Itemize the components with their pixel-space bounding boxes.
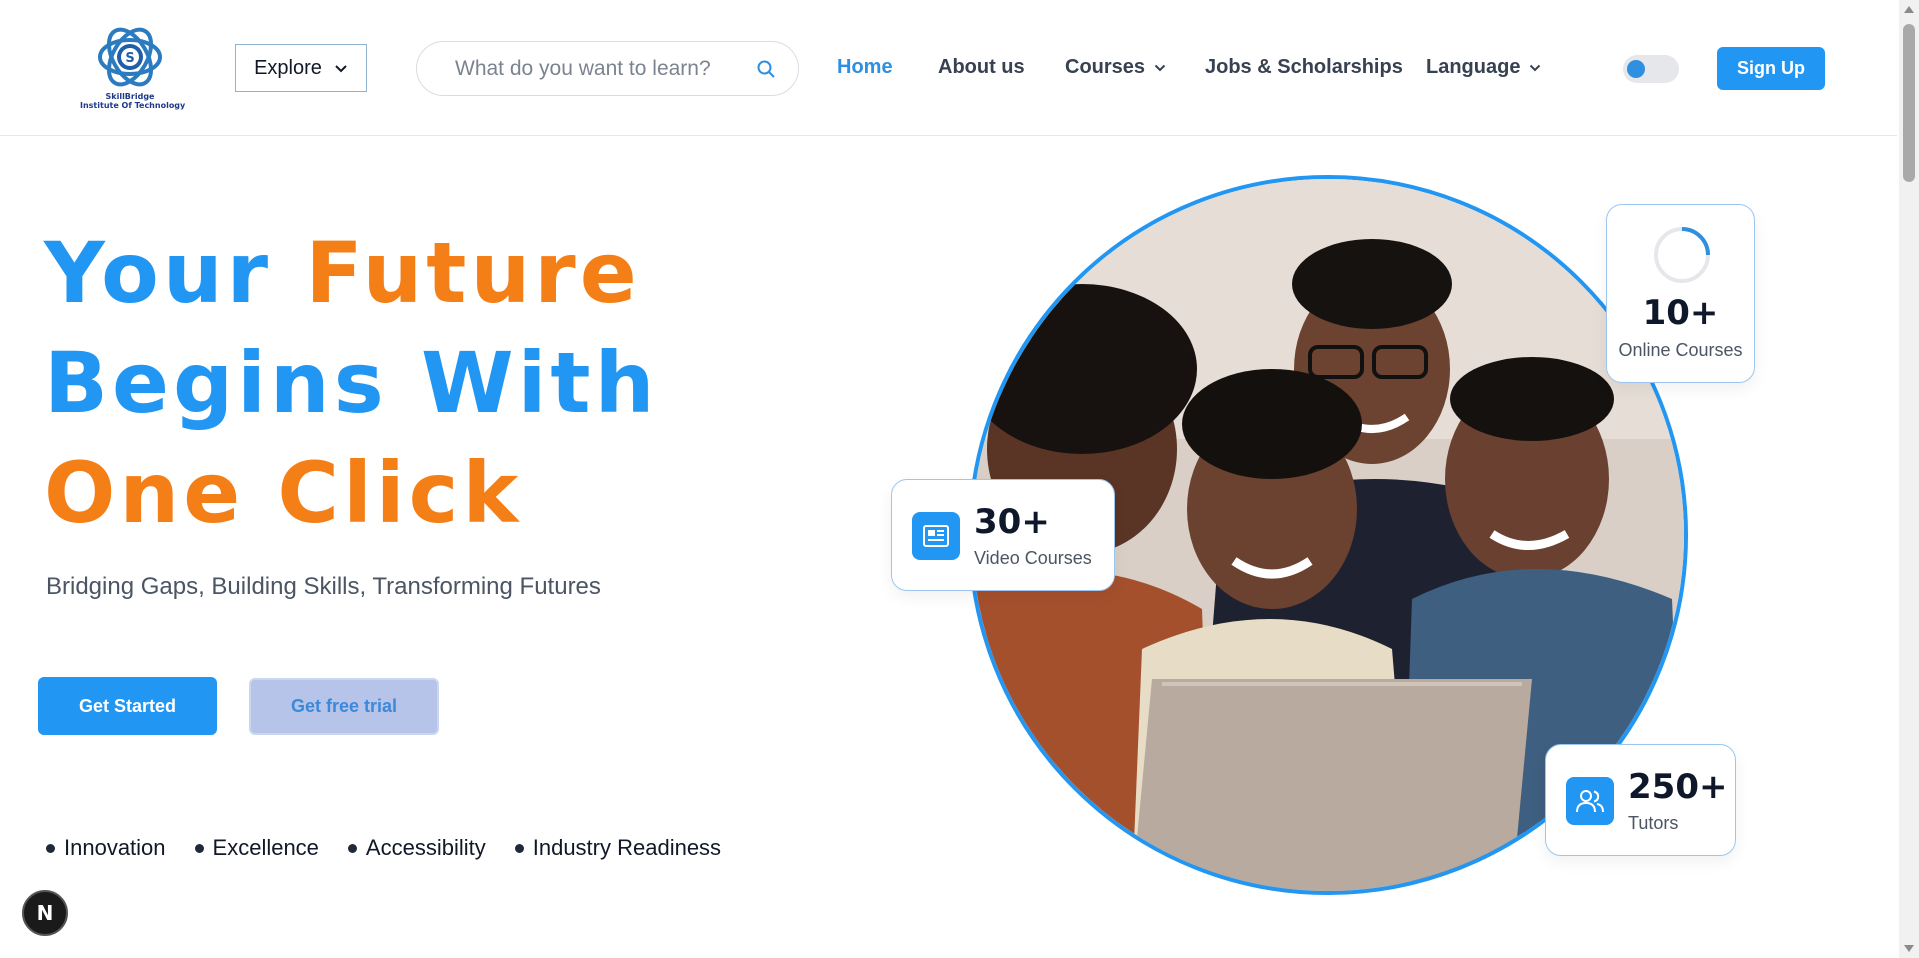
bullet-icon [347,843,357,853]
theme-toggle[interactable] [1623,55,1679,83]
page-scrollbar[interactable] [1899,0,1919,958]
scroll-down-arrow-icon[interactable] [1904,945,1914,952]
bullet-icon [194,843,204,853]
online-courses-label: Online Courses [1618,340,1743,360]
bullet-icon [46,843,55,853]
headline-word-your: Your [44,224,273,322]
hero-subtitle: Bridging Gaps, Building Skills, Transfor… [46,573,601,600]
headline-line-2: Begins With [44,334,659,432]
free-trial-button[interactable]: Get free trial [249,678,439,735]
value-item: Innovation [46,835,166,861]
nav-about-link[interactable]: About us [938,56,1025,79]
chevron-down-icon [1154,64,1166,71]
nav-jobs-link[interactable]: Jobs & Scholarships [1205,56,1403,79]
value-item: Industry Readiness [514,835,722,861]
logo-tagline: Institute Of Technology [80,101,186,110]
hero-headline: Your Future Begins With One Click [44,218,658,548]
sign-up-button[interactable]: Sign Up [1717,47,1825,90]
nav-language-dropdown[interactable]: Language [1426,56,1541,79]
users-icon [1566,777,1614,825]
nav-home-label: Home [837,56,893,78]
core-values-list: Innovation Excellence Accessibility Indu… [46,835,721,861]
tutors-label: Tutors [1628,813,1679,833]
video-courses-stat-card: 30+ Video Courses [891,479,1115,591]
value-label: Innovation [64,835,166,860]
nav-language-label: Language [1426,56,1521,78]
video-courses-count: 30+ [974,502,1050,542]
get-started-button[interactable]: Get Started [38,677,217,735]
site-header: S SkillBridge Institute Of Technology Ex… [0,0,1897,136]
headline-line-3: One Click [44,444,523,542]
value-label: Excellence [212,835,319,860]
nav-home-link[interactable]: Home [837,56,893,79]
online-courses-count: 10+ [1642,293,1719,333]
logo-name: SkillBridge [105,92,155,101]
dev-tools-badge[interactable]: N [22,890,68,936]
scrollbar-thumb[interactable] [1903,24,1915,182]
headline-word-future: Future [305,224,641,322]
bullet-icon [514,843,524,853]
value-item: Excellence [194,835,319,861]
loading-spinner-icon [1654,227,1710,283]
toggle-knob [1627,60,1645,78]
scroll-up-arrow-icon[interactable] [1904,6,1914,13]
main-nav: Home About us Courses Jobs & Scholarship… [0,56,1897,80]
chevron-down-icon [1530,64,1541,71]
nav-jobs-label: Jobs & Scholarships [1205,56,1403,78]
video-courses-label: Video Courses [974,548,1092,568]
value-label: Industry Readiness [532,835,722,860]
tutors-count: 250+ [1628,767,1728,807]
nav-courses-dropdown[interactable]: Courses [1065,56,1166,79]
online-courses-stat-card: 10+ Online Courses [1606,204,1755,383]
tutors-stat-card: 250+ Tutors [1545,744,1736,856]
value-item: Accessibility [347,835,486,861]
nav-courses-label: Courses [1065,56,1146,78]
nav-about-label: About us [938,56,1025,78]
video-course-icon [912,512,960,560]
value-label: Accessibility [365,835,486,860]
